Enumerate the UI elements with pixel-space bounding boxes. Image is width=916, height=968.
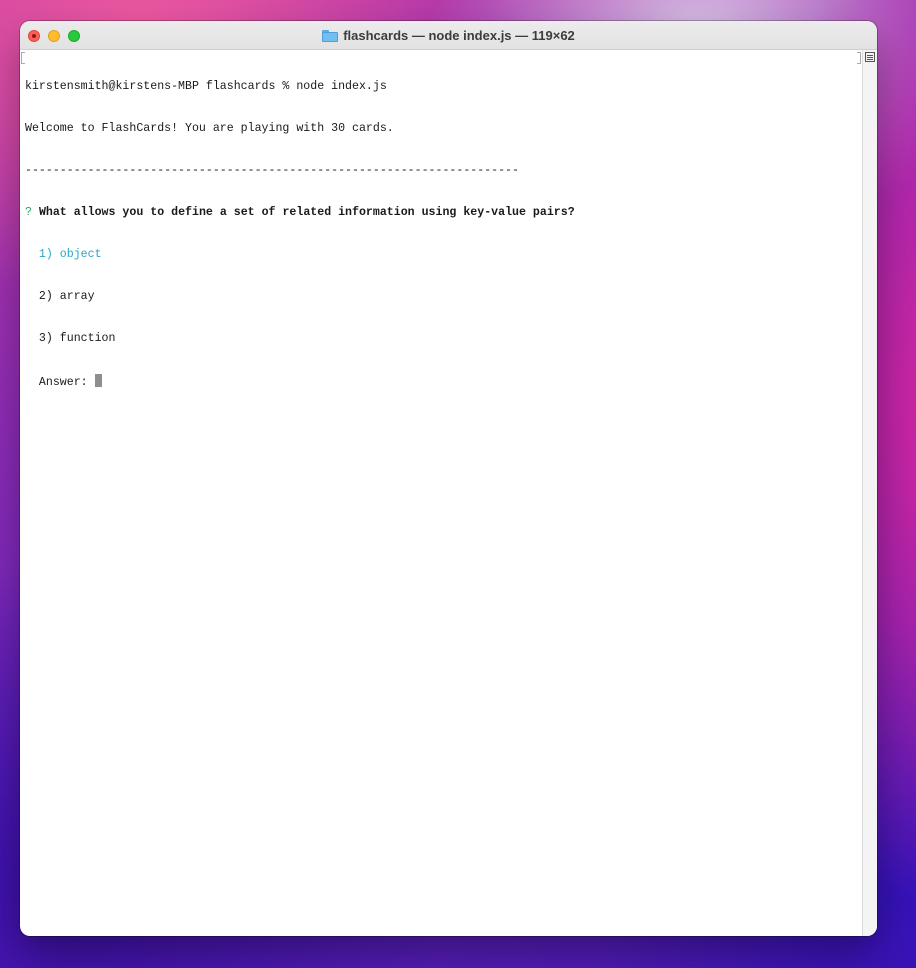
window-title: flashcards — node index.js — 119×62	[343, 28, 575, 43]
choice-item[interactable]: 3) function	[25, 332, 862, 346]
choice-label: 2) array	[38, 290, 95, 303]
divider-line: ----------------------------------------…	[25, 164, 519, 177]
prompt-question-mark: ?	[25, 206, 32, 219]
folder-icon	[322, 30, 339, 42]
choice-item[interactable]: 2) array	[25, 290, 862, 304]
question-text: What allows you to define a set of relat…	[38, 206, 575, 219]
answer-prompt[interactable]: Answer:	[25, 374, 862, 389]
title-bar[interactable]: flashcards — node index.js — 119×62	[20, 21, 877, 50]
terminal-output[interactable]: kirstensmith@kirstens-MBP flashcards % n…	[20, 50, 862, 936]
scrollbar[interactable]	[862, 50, 877, 936]
choice-label-selected: 1) object	[38, 248, 102, 261]
bookmark-icon[interactable]	[865, 52, 875, 62]
question-line: ? What allows you to define a set of rel…	[25, 206, 862, 220]
command-line: kirstensmith@kirstens-MBP flashcards % n…	[25, 80, 387, 93]
window-title-wrap: flashcards — node index.js — 119×62	[20, 21, 877, 50]
answer-label: Answer:	[38, 376, 88, 389]
welcome-message: Welcome to FlashCards! You are playing w…	[25, 122, 394, 135]
choice-item[interactable]: 1) object	[25, 248, 862, 262]
mark-bracket-right	[857, 52, 861, 64]
choice-label: 3) function	[38, 332, 116, 345]
terminal-window: flashcards — node index.js — 119×62 kirs…	[20, 21, 877, 936]
text-cursor	[94, 374, 102, 387]
